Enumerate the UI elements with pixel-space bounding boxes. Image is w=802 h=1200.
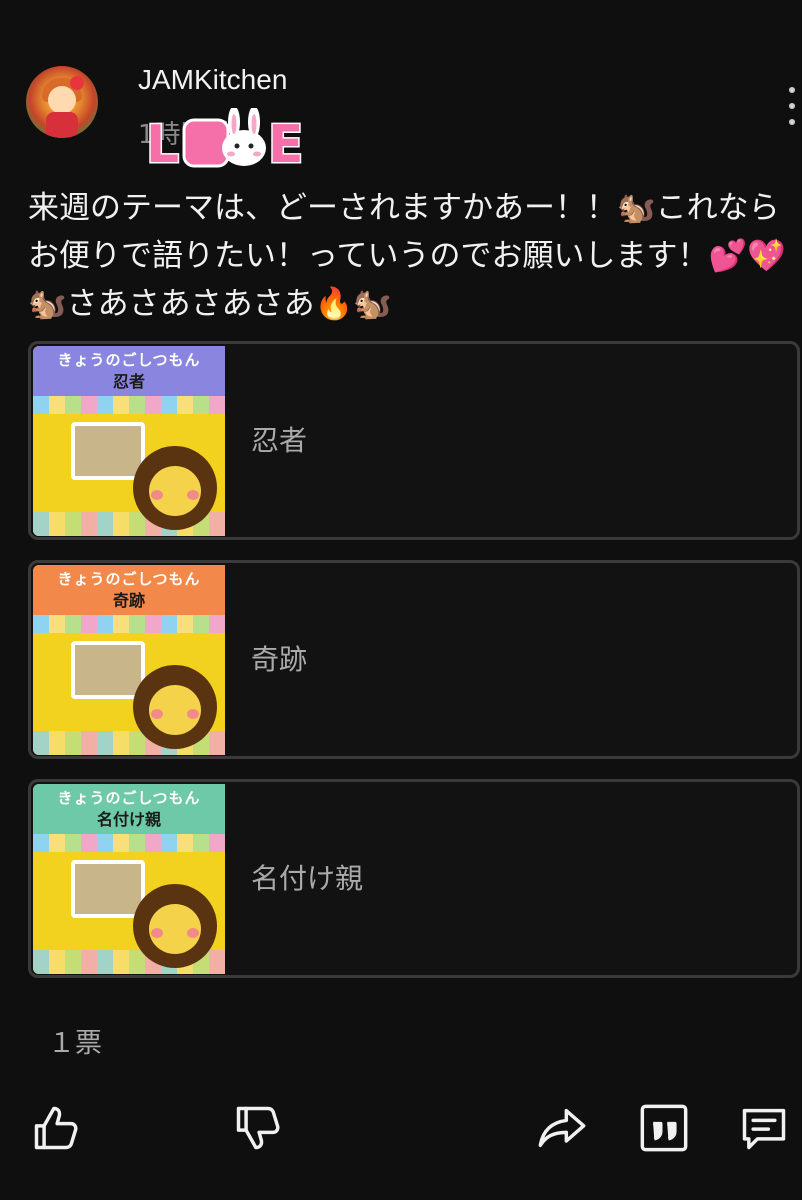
like-button[interactable] — [28, 1100, 84, 1156]
thumbs-up-icon — [34, 1106, 78, 1150]
post-body-text: 来週のテーマは、どーされますかあー！！🐿️これならお便りで語りたい！っていうので… — [28, 190, 786, 322]
svg-text:L: L — [146, 115, 179, 172]
lion-character — [133, 884, 217, 968]
lion-cheek — [187, 490, 199, 500]
love-sticker: L E — [145, 108, 305, 172]
thumbnail-subtitle: 奇跡 — [112, 591, 145, 610]
community-post: JAMKitchen 1時間前 L E 来週のテーマは、どーされますかあー！！🐿… — [0, 0, 802, 1200]
lion-cheek — [187, 709, 199, 719]
share-button[interactable] — [534, 1100, 590, 1156]
thumbnail-title: きょうのごしつもん — [57, 570, 201, 588]
thumbnail-subtitle: 忍者 — [112, 372, 145, 391]
option-label: 忍者 — [251, 424, 308, 457]
lion-character — [133, 665, 217, 749]
avatar-face — [48, 86, 76, 114]
lion-cheek — [187, 928, 199, 938]
post-header: JAMKitchen 1時間前 L E — [26, 62, 802, 172]
poll-option[interactable]: きょうのごしつもん 名付け親 名付け親 — [28, 779, 800, 978]
poll-option[interactable]: きょうのごしつもん 忍者 忍者 — [28, 341, 800, 540]
thumbs-down-icon — [236, 1106, 280, 1150]
action-bar — [0, 1100, 802, 1164]
comment-icon — [742, 1108, 786, 1150]
quote-button[interactable] — [636, 1100, 692, 1156]
more-dot — [789, 119, 795, 125]
more-dot — [789, 103, 795, 109]
lion-cheek — [151, 928, 163, 938]
thumbnail-banner: きょうのごしつもん 忍者 — [33, 346, 225, 396]
poll: きょうのごしつもん 忍者 忍者 きょうのごしつもん 奇跡 奇跡 きょうのごしつも… — [28, 341, 800, 998]
option-thumbnail: きょうのごしつもん 忍者 — [33, 346, 225, 536]
thumbnail-stripes — [33, 615, 225, 633]
channel-name[interactable]: JAMKitchen — [138, 64, 287, 96]
thumbnail-title: きょうのごしつもん — [57, 351, 201, 369]
thumbnail-banner: きょうのごしつもん 奇跡 — [33, 565, 225, 615]
thumbnail-food-plate — [71, 860, 145, 918]
share-icon — [538, 1108, 586, 1148]
svg-text:E: E — [268, 115, 304, 172]
dislike-button[interactable] — [230, 1100, 286, 1156]
thumbnail-stripes — [33, 396, 225, 414]
poll-option[interactable]: きょうのごしつもん 奇跡 奇跡 — [28, 560, 800, 759]
option-label: 奇跡 — [251, 643, 308, 676]
thumbnail-food-plate — [71, 641, 145, 699]
lion-cheek — [151, 709, 163, 719]
quote-icon — [640, 1104, 688, 1152]
thumbnail-stripes — [33, 834, 225, 852]
thumbnail-banner: きょうのごしつもん 名付け親 — [33, 784, 225, 834]
avatar-flower — [70, 76, 84, 90]
vote-count: １票 — [48, 1028, 102, 1059]
thumbnail-food-plate — [71, 422, 145, 480]
thumbnail-title: きょうのごしつもん — [57, 789, 201, 807]
option-thumbnail: きょうのごしつもん 奇跡 — [33, 565, 225, 755]
avatar-dress — [46, 112, 78, 138]
more-vert-icon[interactable] — [782, 82, 802, 130]
lion-character — [133, 446, 217, 530]
thumbnail-subtitle: 名付け親 — [96, 810, 161, 829]
comment-button[interactable] — [736, 1100, 792, 1156]
option-thumbnail: きょうのごしつもん 名付け親 — [33, 784, 225, 974]
lion-cheek — [151, 490, 163, 500]
option-label: 名付け親 — [251, 862, 364, 895]
channel-avatar[interactable] — [26, 66, 98, 138]
more-dot — [789, 87, 795, 93]
